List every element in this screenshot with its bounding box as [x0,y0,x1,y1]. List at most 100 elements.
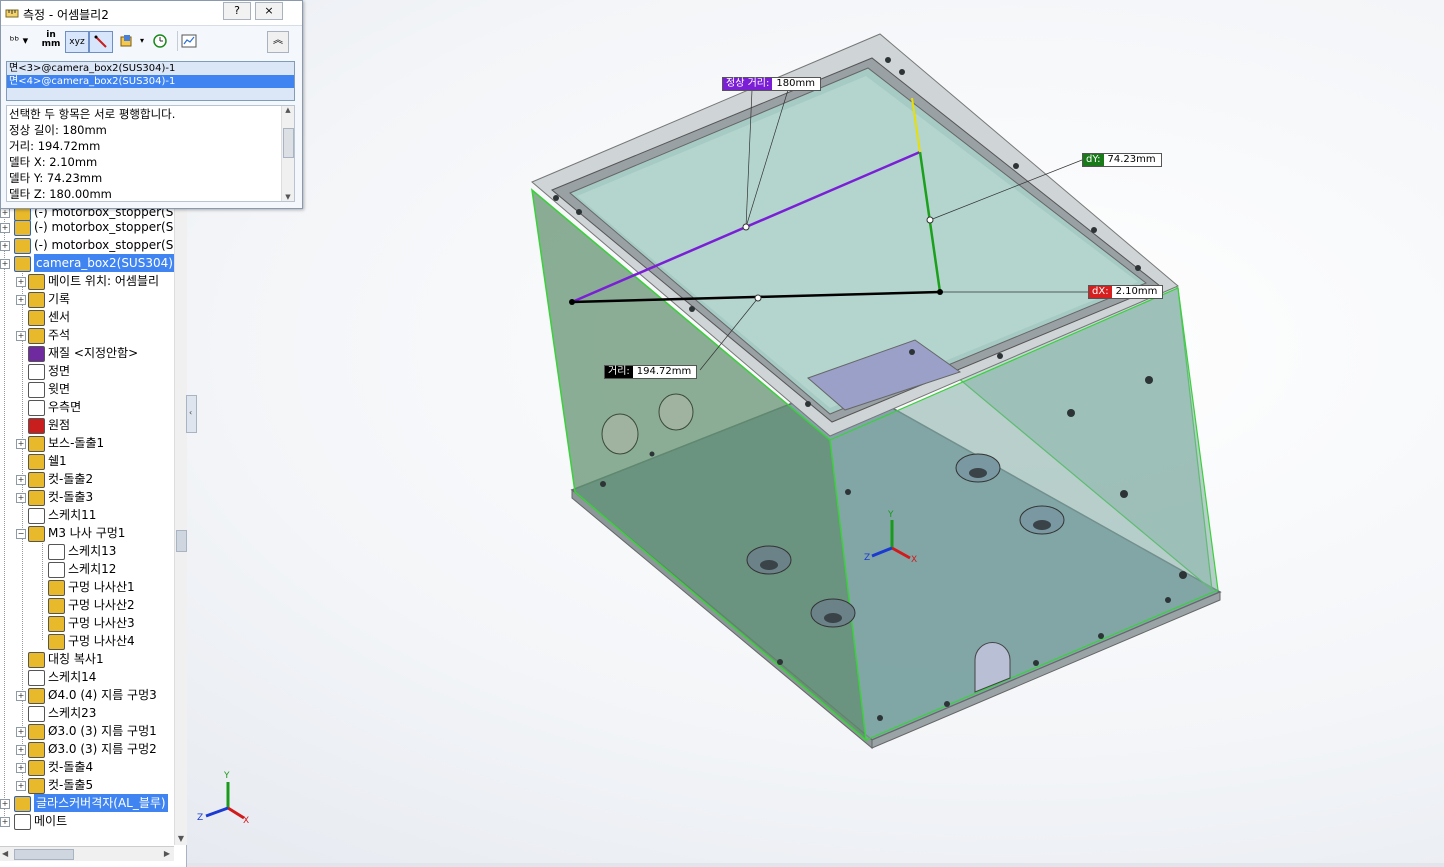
tree-item[interactable]: 스케치13 [0,542,174,560]
tree-item-label: 구멍 나사산4 [68,634,135,648]
measure-toolbar: ᵇᵇ ▾ in mm xyz ▾ ︽ [1,28,302,54]
tree-item[interactable]: 우측면 [0,398,174,416]
expand-toggle-icon[interactable]: + [16,493,26,503]
tree-item[interactable]: 구멍 나사산2 [0,596,174,614]
plane-icon [28,364,45,380]
tree-item[interactable]: 스케치11 [0,506,174,524]
selection-item[interactable]: 면<3>@camera_box2(SUS304)-1 [7,62,294,75]
tree-vertical-scrollbar[interactable]: ▲ ▼ [174,200,187,845]
expand-toggle-icon[interactable]: + [16,475,26,485]
expand-toggle-icon[interactable]: + [16,781,26,791]
tree-item[interactable]: 정면 [0,362,174,380]
expand-toggle-icon[interactable]: + [0,241,10,251]
help-button[interactable]: ? [223,2,251,20]
expand-toggle-icon[interactable]: + [16,727,26,737]
dx-value: 2.10mm [1115,286,1158,297]
tree-item[interactable]: 구멍 나사산3 [0,614,174,632]
tree-item[interactable]: + Ø4.0 (4) 지름 구멍3 [0,686,174,704]
expand-toggle-icon[interactable]: + [16,295,26,305]
expand-toggle-icon[interactable]: − [16,529,26,539]
tree-item[interactable]: + Ø3.0 (3) 지름 구멍1 [0,722,174,740]
tree-item[interactable]: 구멍 나사산1 [0,578,174,596]
expand-toggle-icon[interactable]: + [16,691,26,701]
annotation-icon [28,328,45,344]
thread-icon [48,580,65,596]
sensor-chart-icon[interactable] [177,31,200,51]
xyz-measure-button[interactable]: xyz [65,31,89,53]
expand-toggle-icon[interactable]: + [0,223,10,233]
tree-item[interactable]: 원점 [0,416,174,434]
tree-item[interactable]: + (-) motorbox_stopper(SUS [0,236,174,254]
plane-icon [28,400,45,416]
measure-titlebar[interactable]: 측정 - 어셈블리2 ? × [1,1,302,26]
expand-toggle-icon[interactable]: + [16,745,26,755]
tree-item[interactable]: + 주석 [0,326,174,344]
dy-tag[interactable]: dY: 74.23mm [1082,153,1162,167]
tree-item-label: 기록 [48,292,71,306]
dy-value: 74.23mm [1107,154,1156,165]
chevron-down-icon[interactable]: ▾ [137,31,147,51]
history-icon[interactable] [151,31,169,51]
panel-splitter-handle[interactable]: ‹ [186,395,197,433]
distance-value: 194.72mm [636,366,692,377]
tree-item[interactable]: 스케치12 [0,560,174,578]
tree-item-label: 스케치12 [68,562,117,576]
tree-item-label: 스케치14 [48,670,97,684]
tree-item[interactable]: + Ø3.0 (3) 지름 구멍2 [0,740,174,758]
tree-item[interactable]: 구멍 나사산4 [0,632,174,650]
close-button[interactable]: × [255,2,283,20]
expand-toggle-icon[interactable]: + [0,208,10,218]
tree-item[interactable]: 윗면 [0,380,174,398]
tree-item-label: 센서 [48,310,71,324]
tree-item[interactable]: − M3 나사 구멍1 [0,524,174,542]
expand-toggle-icon[interactable]: + [16,331,26,341]
tree-item-label: 대칭 복사1 [48,652,104,666]
tree-item[interactable]: + 메이트 위치: 어셈블리 [0,272,174,290]
arc-circle-measure-icon[interactable]: ᵇᵇ ▾ [5,31,33,51]
tree-item[interactable]: + (-) motorbox_stopper(SUS [0,218,174,236]
expand-toggle-icon[interactable]: + [0,817,10,827]
distance-tag[interactable]: 거리: 194.72mm [604,365,698,379]
collapse-icon[interactable]: ︽ [267,31,289,53]
tree-item[interactable]: + 컷-돌출2 [0,470,174,488]
tree-item-label: 스케치13 [68,544,117,558]
dx-tag[interactable]: dX: 2.10mm [1088,285,1164,299]
tree-item[interactable]: 쉘1 [0,452,174,470]
tree-item[interactable]: + 컷-돌출4 [0,758,174,776]
tree-item[interactable]: 스케치23 [0,704,174,722]
expand-toggle-icon[interactable]: + [16,277,26,287]
point-to-point-icon[interactable] [89,31,113,53]
tree-item-label: 스케치11 [48,508,97,522]
tree-item[interactable]: 센서 [0,308,174,326]
tree-horizontal-scrollbar[interactable]: ◀ ▶ [0,846,174,861]
expand-toggle-icon[interactable]: + [0,259,10,269]
tree-item-label: 메이트 [34,814,68,828]
cut-extrude-icon [28,778,45,794]
tree-item[interactable]: + 글라스커버격자(AL_블루) [0,794,174,812]
tree-item[interactable]: 대칭 복사1 [0,650,174,668]
view-axis-triad [205,782,245,820]
expand-toggle-icon[interactable]: + [0,799,10,809]
tree-item[interactable]: 스케치14 [0,668,174,686]
normal-distance-tag[interactable]: 정상 거리: 180mm [722,77,821,91]
model-triad-label-x: X [911,555,918,565]
measure-title: 측정 - 어셈블리2 [23,8,109,22]
tree-item[interactable]: + 보스-돌출1 [0,434,174,452]
tree-item[interactable]: + camera_box2(SUS304)<1 [0,254,174,272]
selection-item[interactable]: 면<4>@camera_box2(SUS304)-1 [7,75,294,88]
tree-item[interactable]: + 메이트 [0,812,174,830]
results-scrollbar[interactable]: ▲ ▼ [281,106,294,201]
tree-item[interactable]: 재질 <지정안함> [0,344,174,362]
selection-list[interactable]: 면<3>@camera_box2(SUS304)-1 면<4>@camera_b… [6,61,295,101]
expand-toggle-icon[interactable]: + [16,763,26,773]
tree-item[interactable]: + 컷-돌출3 [0,488,174,506]
measure-dialog[interactable]: 측정 - 어셈블리2 ? × ᵇᵇ ▾ in mm xyz ▾ ︽ 면<3>@c… [0,0,303,209]
expand-toggle-icon[interactable]: + [16,439,26,449]
mirror-icon [28,652,45,668]
hole-wizard-icon [28,724,45,740]
hole [601,413,639,455]
tree-item[interactable]: + 컷-돌출5 [0,776,174,794]
tree-item-label: 컷-돌출3 [48,490,94,504]
tree-item[interactable]: + 기록 [0,290,174,308]
units-button[interactable]: in mm [41,31,61,51]
